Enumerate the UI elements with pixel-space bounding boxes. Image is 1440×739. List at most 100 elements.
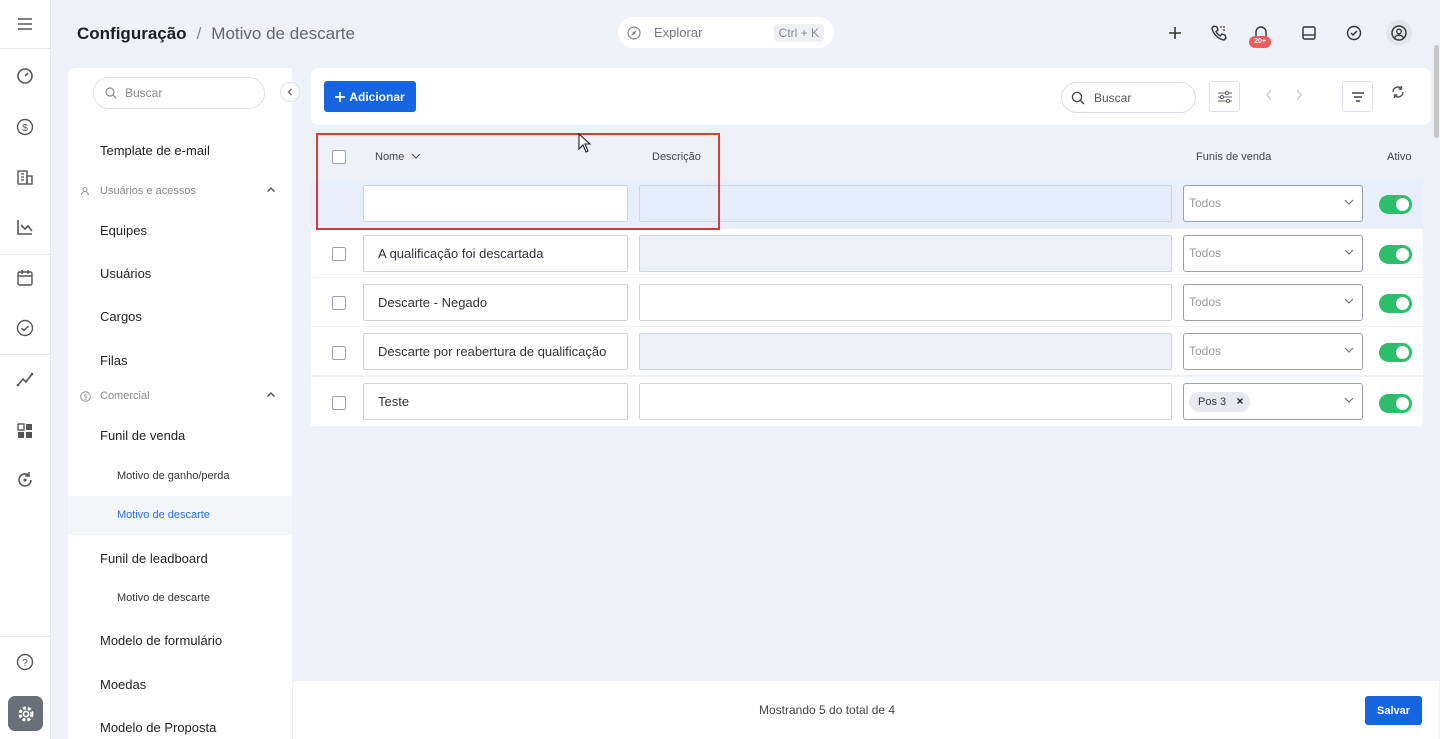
sidebar-search-input[interactable]: Buscar xyxy=(93,77,265,109)
app-rail: $ ? xyxy=(0,0,51,739)
row-checkbox[interactable] xyxy=(332,346,346,360)
name-input[interactable]: Descarte - Negado xyxy=(363,284,628,321)
sidebar-item-proposal-model[interactable]: Modelo de Proposta xyxy=(100,720,216,735)
funnel-select[interactable]: Pos 3 xyxy=(1183,383,1363,420)
active-toggle[interactable] xyxy=(1379,343,1412,362)
sidebar-item-template-email[interactable]: Template de e-mail xyxy=(100,143,210,158)
compass-icon xyxy=(627,25,641,40)
funnel-select[interactable]: Todos xyxy=(1183,333,1363,370)
plus-icon[interactable] xyxy=(1164,22,1186,44)
filter-lines-icon xyxy=(1351,91,1364,102)
sidebar-item-leadboard-discard-reason[interactable]: Motivo de descarte xyxy=(117,592,210,604)
active-toggle[interactable] xyxy=(1379,245,1412,264)
inbox-icon[interactable] xyxy=(1298,22,1320,44)
notification-badge: 20+ xyxy=(1249,36,1271,48)
row-checkbox[interactable] xyxy=(332,296,346,310)
breadcrumb-root[interactable]: Configuração xyxy=(77,24,187,43)
scrollbar[interactable] xyxy=(1434,45,1439,138)
building-icon[interactable] xyxy=(13,165,37,189)
active-toggle[interactable] xyxy=(1379,294,1412,313)
plus-icon xyxy=(335,91,346,102)
sidebar-item-teams[interactable]: Equipes xyxy=(100,223,147,238)
funnel-select-value: Todos xyxy=(1189,295,1222,309)
user-icon xyxy=(1391,25,1407,41)
check-circle-icon[interactable] xyxy=(13,316,37,340)
funnel-select[interactable]: Todos xyxy=(1183,284,1363,321)
refresh-icon xyxy=(1392,86,1404,98)
explore-label: Explorar xyxy=(654,25,703,40)
pagination-status: Mostrando 5 do total de 4 xyxy=(759,703,896,717)
calendar-icon[interactable] xyxy=(13,266,37,290)
breadcrumb-separator: / xyxy=(196,24,202,43)
name-input[interactable]: A qualificação foi descartada xyxy=(363,235,628,272)
funnel-select[interactable]: Todos xyxy=(1183,185,1363,222)
phone-icon[interactable] xyxy=(1208,22,1230,44)
dollar-icon[interactable]: $ xyxy=(13,115,37,139)
close-icon[interactable] xyxy=(1236,397,1244,405)
trend-icon[interactable] xyxy=(13,367,37,391)
funnel-select-value: Todos xyxy=(1189,246,1222,260)
chart-icon[interactable] xyxy=(13,215,37,239)
add-button[interactable]: Adicionar xyxy=(324,81,416,112)
gear-icon xyxy=(18,706,33,721)
description-input[interactable] xyxy=(639,284,1172,321)
row-checkbox[interactable] xyxy=(332,247,346,261)
refresh-button[interactable] xyxy=(1391,85,1405,99)
svg-text:?: ? xyxy=(22,658,28,669)
chevron-left-icon xyxy=(1266,89,1272,101)
prev-page-button[interactable] xyxy=(1265,88,1273,102)
search-icon xyxy=(1071,91,1085,104)
chevron-right-icon xyxy=(1296,89,1302,101)
column-settings-button[interactable] xyxy=(1209,81,1240,112)
task-check-icon[interactable] xyxy=(1343,22,1365,44)
name-input[interactable]: Descarte por reabertura de qualificação xyxy=(363,333,628,370)
settings-gear-button[interactable] xyxy=(8,696,43,731)
description-input[interactable] xyxy=(639,235,1172,272)
sidebar-group-commercial[interactable]: $ Comercial xyxy=(80,390,275,402)
sidebar-item-currencies[interactable]: Moedas xyxy=(100,677,146,692)
sidebar-item-roles[interactable]: Cargos xyxy=(100,309,142,324)
table-toolbar xyxy=(311,68,1431,125)
explore-search[interactable]: Explorar Ctrl + K xyxy=(618,17,834,48)
table-row: Teste Pos 3 xyxy=(311,377,1423,426)
sidebar-item-sales-funnel[interactable]: Funil de venda xyxy=(100,428,185,443)
funnel-select[interactable]: Todos xyxy=(1183,235,1363,272)
sidebar-group-users-access[interactable]: Usuários e acessos xyxy=(80,185,275,197)
active-toggle[interactable] xyxy=(1379,394,1412,413)
table-row: Descarte - Negado Todos xyxy=(311,278,1423,326)
row-checkbox[interactable] xyxy=(332,396,346,410)
sidebar-item-leadboard-funnel[interactable]: Funil de leadboard xyxy=(100,551,208,566)
widgets-icon[interactable] xyxy=(13,419,37,443)
chevron-down-icon xyxy=(1344,397,1354,403)
description-input[interactable] xyxy=(639,383,1172,420)
sidebar-item-discard-reason-active[interactable]: Motivo de descarte xyxy=(117,509,210,521)
column-header-active: Ativo xyxy=(1387,151,1412,163)
sidebar-item-users[interactable]: Usuários xyxy=(100,266,151,281)
help-icon[interactable]: ? xyxy=(13,650,37,674)
sync-icon[interactable] xyxy=(13,468,37,492)
chevron-down-icon xyxy=(1344,347,1354,353)
table-search-placeholder: Buscar xyxy=(1094,90,1132,105)
active-toggle[interactable] xyxy=(1379,195,1412,214)
breadcrumb: Configuração / Motivo de descarte xyxy=(77,24,355,44)
column-header-funnels: Funis de venda xyxy=(1196,151,1272,163)
table-search-input[interactable]: Buscar xyxy=(1061,82,1196,113)
name-input[interactable]: Teste xyxy=(363,383,628,420)
sidebar-item-win-loss-reason[interactable]: Motivo de ganho/perda xyxy=(117,470,230,482)
search-icon xyxy=(105,87,117,99)
save-button[interactable]: Salvar xyxy=(1365,696,1422,725)
menu-icon[interactable] xyxy=(13,12,37,36)
highlight-box xyxy=(316,133,720,230)
chevron-down-icon xyxy=(1344,199,1354,205)
dashboard-icon[interactable] xyxy=(13,63,37,87)
dollar-small-icon: $ xyxy=(80,390,91,402)
collapse-sidebar-button[interactable] xyxy=(280,82,300,102)
description-input[interactable] xyxy=(639,333,1172,370)
svg-text:$: $ xyxy=(22,123,28,134)
filter-button[interactable] xyxy=(1342,81,1373,112)
next-page-button[interactable] xyxy=(1295,88,1303,102)
avatar[interactable] xyxy=(1386,20,1412,46)
sidebar-item-queues[interactable]: Filas xyxy=(100,353,127,368)
sidebar-item-form-model[interactable]: Modelo de formulário xyxy=(100,633,222,648)
add-button-label: Adicionar xyxy=(349,89,405,104)
